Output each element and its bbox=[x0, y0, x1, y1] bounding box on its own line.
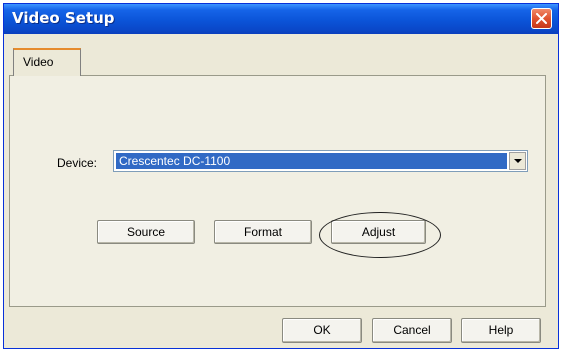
dialog-title: Video Setup bbox=[12, 9, 115, 27]
dropdown-button[interactable] bbox=[509, 152, 526, 170]
device-label: Device: bbox=[57, 156, 98, 170]
device-select-value: Crescentec DC-1100 bbox=[116, 153, 507, 169]
format-button[interactable]: Format bbox=[214, 220, 312, 244]
cancel-button[interactable]: Cancel bbox=[372, 318, 452, 343]
title-bar[interactable]: Video Setup bbox=[4, 4, 558, 34]
adjust-button[interactable]: Adjust bbox=[331, 220, 426, 244]
help-button[interactable]: Help bbox=[461, 318, 541, 343]
tab-video[interactable]: Video bbox=[13, 48, 81, 76]
close-icon bbox=[536, 13, 547, 24]
close-button[interactable] bbox=[531, 8, 552, 29]
source-button[interactable]: Source bbox=[97, 220, 195, 244]
tab-video-label: Video bbox=[23, 55, 54, 69]
video-tab-panel bbox=[9, 75, 546, 307]
ok-button[interactable]: OK bbox=[282, 318, 362, 343]
device-select[interactable]: Crescentec DC-1100 bbox=[113, 150, 528, 172]
chevron-down-icon bbox=[514, 159, 522, 163]
